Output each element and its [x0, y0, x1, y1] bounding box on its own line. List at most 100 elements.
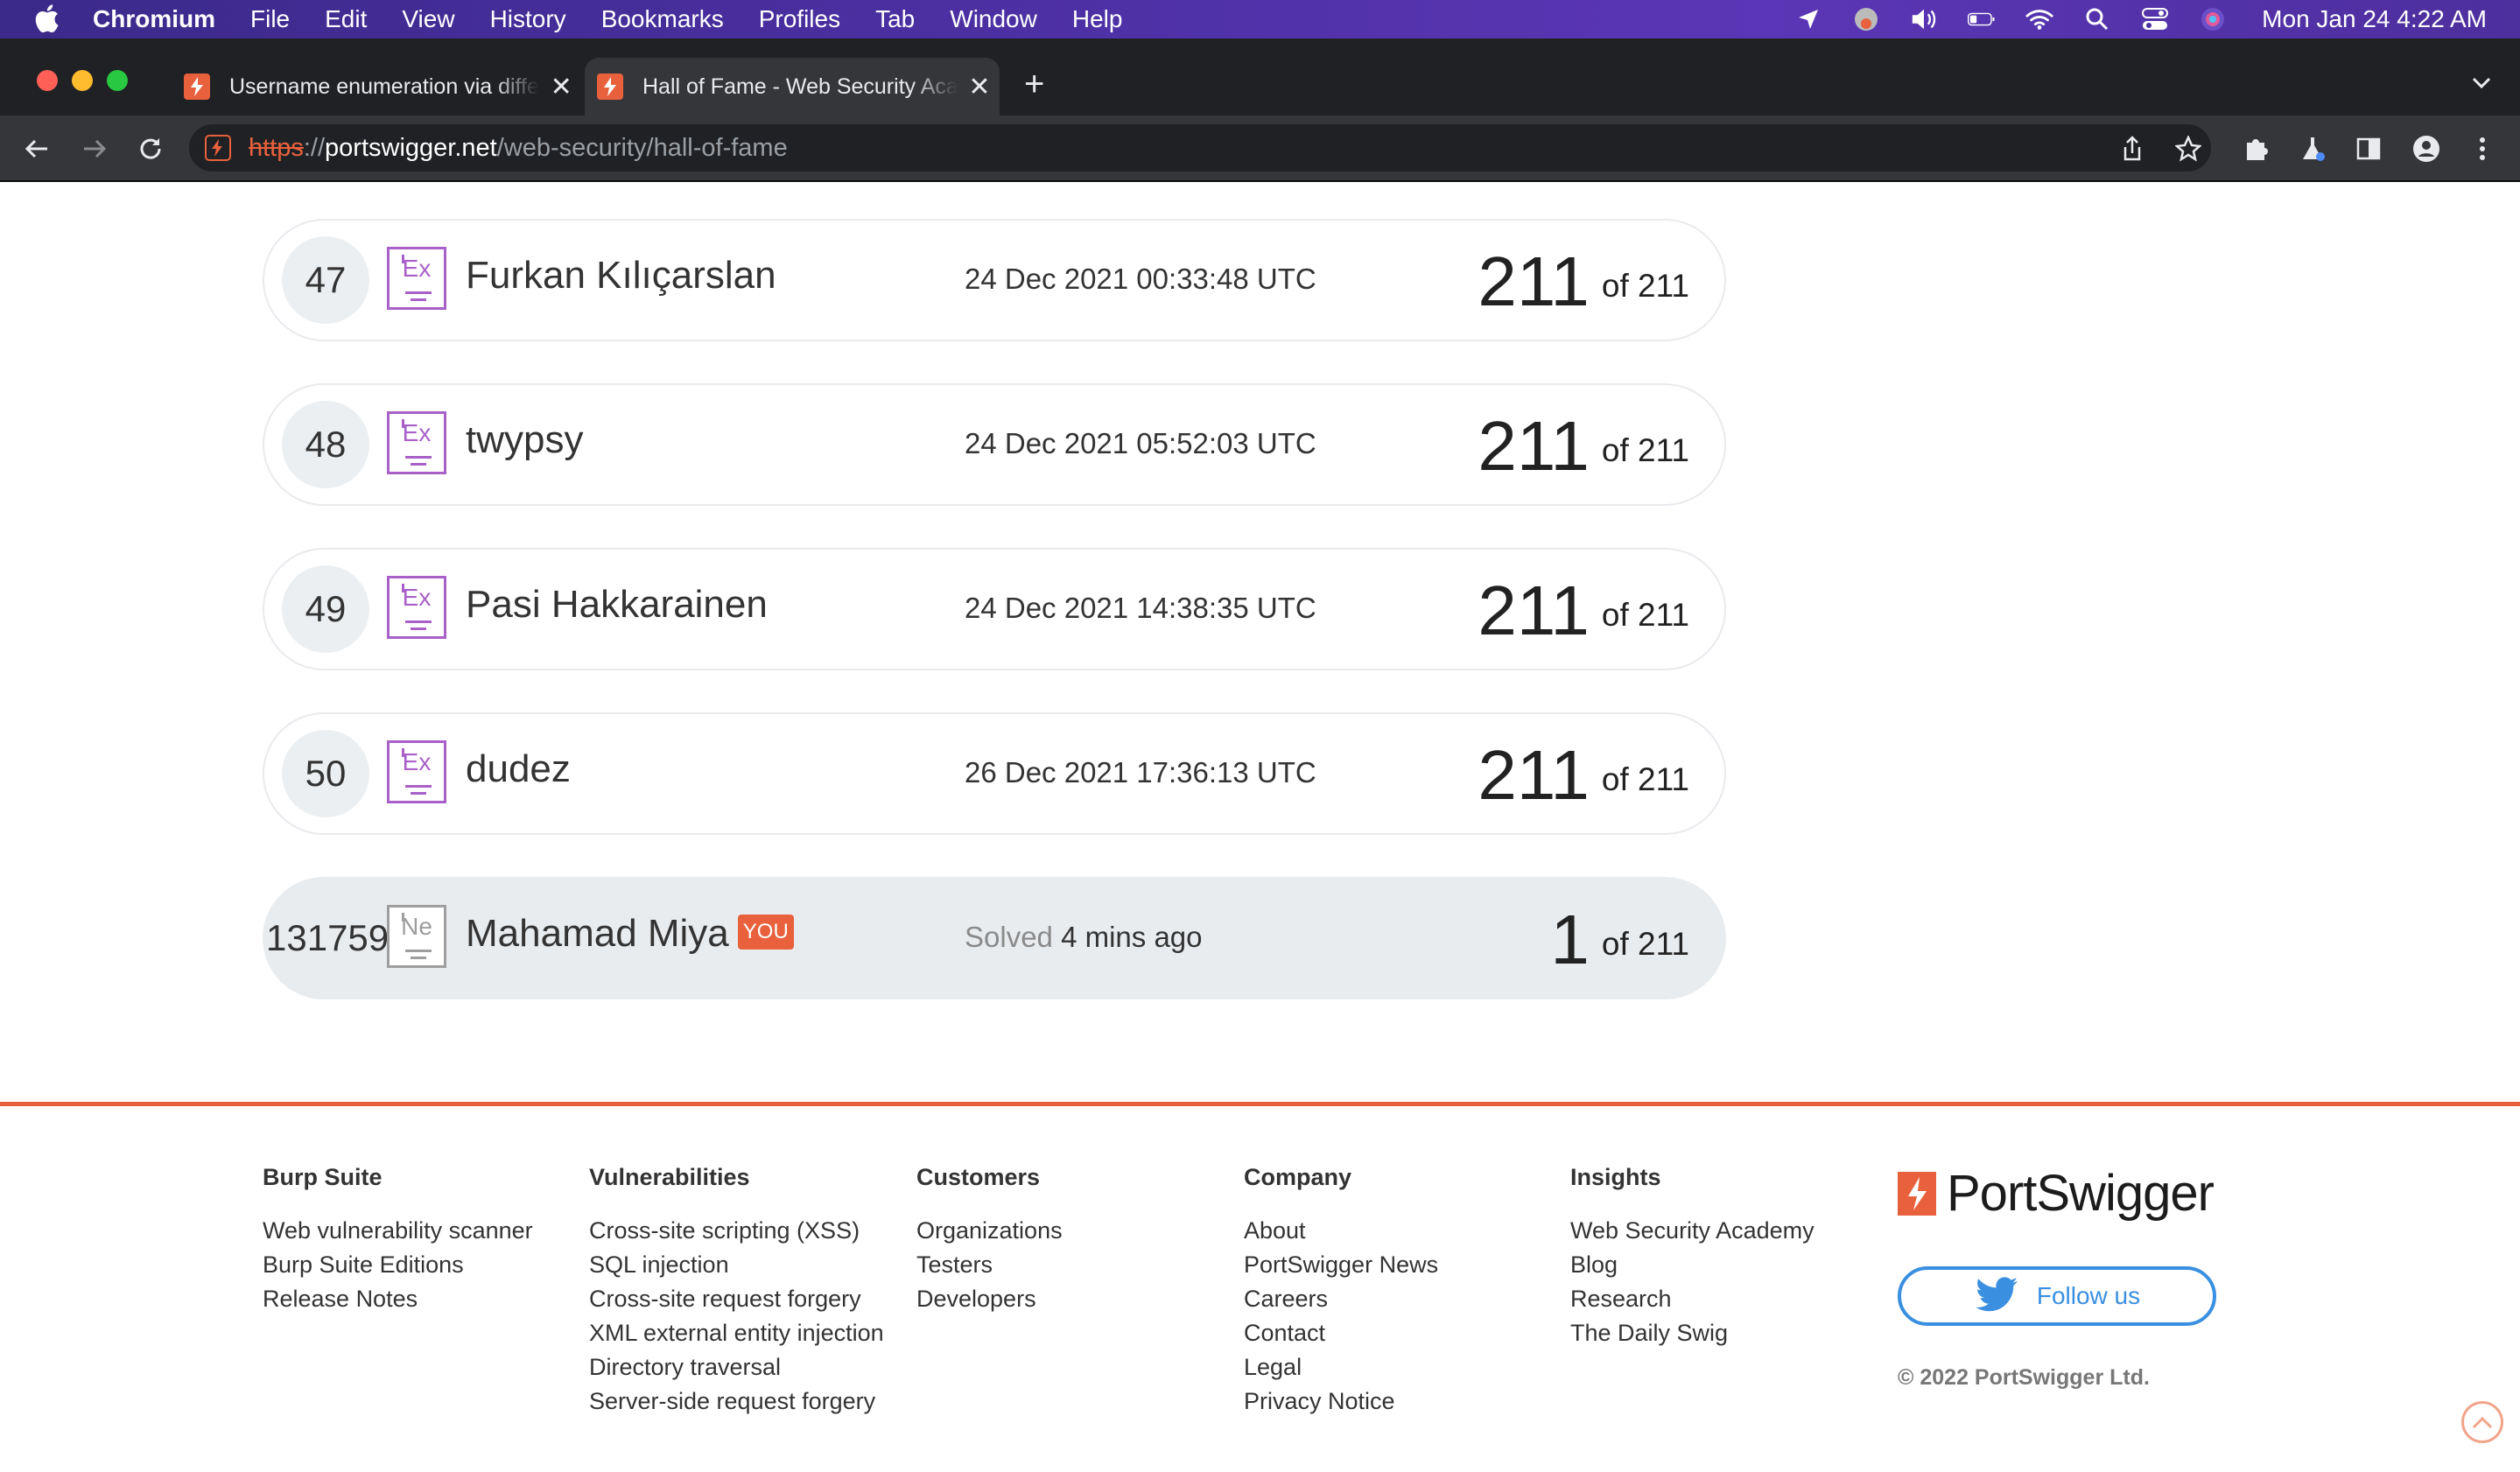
menu-help[interactable]: Help [1072, 5, 1123, 33]
control-center-icon[interactable] [2141, 5, 2169, 33]
footer-link[interactable]: Server-side request forgery [589, 1384, 887, 1419]
menu-bookmarks[interactable]: Bookmarks [601, 5, 724, 33]
site-info-icon[interactable] [205, 135, 231, 161]
solved-total: of 211 [1601, 268, 1689, 304]
reload-icon[interactable] [135, 133, 166, 165]
leaderboard-row: 47 Ex Furkan Kılıçarslan 24 Dec 2021 00:… [263, 219, 1726, 341]
extensions-puzzle-icon[interactable] [2243, 135, 2271, 163]
footer-link[interactable]: Directory traversal [589, 1350, 887, 1384]
location-arrow-icon[interactable] [1794, 5, 1822, 33]
footer-link[interactable]: Web Security Academy [1570, 1214, 1868, 1248]
leaderboard-row: 49 Ex Pasi Hakkarainen 24 Dec 2021 14:38… [263, 548, 1726, 670]
footer-column-customers: Customers Organizations Testers Develope… [916, 1164, 1214, 1316]
footer-link[interactable]: Developers [916, 1282, 1214, 1316]
share-icon[interactable] [2118, 135, 2146, 163]
solved-count: 211 [1478, 407, 1590, 485]
tab-title: Username enumeration via different respo… [229, 74, 539, 99]
footer-link[interactable]: Privacy Notice [1244, 1384, 1541, 1419]
apple-icon[interactable] [33, 4, 60, 33]
side-panel-icon[interactable] [2355, 135, 2383, 163]
tab-hall-of-fame[interactable]: Hall of Fame - Web Security Academy ✕ [585, 58, 1000, 116]
portswigger-favicon-icon [597, 74, 623, 100]
wifi-icon[interactable] [2025, 5, 2053, 33]
browser-menu-kebab-icon[interactable] [2468, 135, 2496, 163]
footer-link[interactable]: The Daily Swig [1570, 1316, 1868, 1350]
player-name-text: Mahamad Miya [466, 912, 729, 955]
tab-search-chevron-icon[interactable] [2469, 70, 2494, 99]
profile-avatar-icon[interactable] [2412, 135, 2440, 163]
footer-link[interactable]: Burp Suite Editions [263, 1248, 560, 1282]
footer-link[interactable]: Blog [1570, 1248, 1868, 1282]
menu-window[interactable]: Window [950, 5, 1037, 33]
solved-total: of 211 [1601, 432, 1689, 468]
menu-history[interactable]: History [490, 5, 566, 33]
footer-link[interactable]: Cross-site scripting (XSS) [589, 1214, 887, 1248]
chevron-up-icon [2472, 1416, 2493, 1429]
menu-app-name[interactable]: Chromium [93, 5, 215, 33]
footer-link[interactable]: Release Notes [263, 1282, 560, 1316]
footer-link[interactable]: PortSwigger News [1244, 1248, 1541, 1282]
rank-number: 131759 [266, 917, 390, 958]
forward-arrow-icon[interactable] [79, 133, 110, 165]
expert-badge-icon: Ex [387, 740, 446, 803]
menu-bar-clock[interactable]: Mon Jan 24 4:22 AM [2262, 5, 2487, 33]
address-bar[interactable]: https://portswigger.net/web-security/hal… [189, 124, 2211, 172]
menu-view[interactable]: View [402, 5, 454, 33]
bookmark-star-icon[interactable] [2174, 135, 2202, 163]
battery-icon[interactable] [1968, 5, 1996, 33]
footer-link[interactable]: About [1244, 1214, 1541, 1248]
menu-tab[interactable]: Tab [875, 5, 915, 33]
badge-code: Ne [401, 913, 432, 940]
window-minimize-button[interactable] [72, 70, 93, 91]
solved-count: 211 [1478, 736, 1590, 814]
tab-title: Hall of Fame - Web Security Academy [642, 74, 958, 99]
menu-edit[interactable]: Edit [325, 5, 367, 33]
back-arrow-icon[interactable] [21, 133, 53, 165]
rank-number: 50 [282, 730, 369, 817]
siri-icon[interactable] [2199, 5, 2227, 33]
footer-link[interactable]: Research [1570, 1282, 1868, 1316]
footer-link[interactable]: XML external entity injection [589, 1316, 887, 1350]
footer-link[interactable]: Contact [1244, 1316, 1541, 1350]
tab-close-icon[interactable]: ✕ [548, 72, 574, 102]
footer-heading: Burp Suite [263, 1164, 383, 1190]
user-status-icon[interactable] [1852, 5, 1880, 33]
footer-link[interactable]: Careers [1244, 1282, 1541, 1316]
tab-username-enumeration[interactable]: Username enumeration via different respo… [172, 58, 574, 116]
twitter-follow-button[interactable]: Follow us [1898, 1266, 2216, 1326]
expert-badge-icon: Ex [387, 576, 446, 639]
menu-file[interactable]: File [250, 5, 290, 33]
volume-icon[interactable] [1910, 5, 1938, 33]
solved-label: Solved [965, 921, 1053, 953]
lab-flask-extension-icon[interactable] [2299, 135, 2327, 163]
spotlight-search-icon[interactable] [2083, 5, 2111, 33]
menu-profiles[interactable]: Profiles [759, 5, 840, 33]
solved-count: 1 [1550, 901, 1590, 978]
footer-link[interactable]: SQL injection [589, 1248, 887, 1282]
footer-link[interactable]: Legal [1244, 1350, 1541, 1384]
portswigger-logo[interactable]: PortSwigger [1898, 1164, 2215, 1223]
rank-number: 47 [282, 236, 369, 324]
player-name: Furkan Kılıçarslan [466, 254, 776, 297]
footer-link[interactable]: Web vulnerability scanner [263, 1214, 560, 1248]
tab-close-icon[interactable]: ✕ [966, 72, 993, 102]
new-tab-plus-icon[interactable]: + [1024, 67, 1044, 102]
scroll-to-top-button[interactable] [2461, 1401, 2503, 1443]
footer-column-vulnerabilities: Vulnerabilities Cross-site scripting (XS… [589, 1164, 887, 1419]
footer-heading: Vulnerabilities [589, 1164, 750, 1190]
rank-number: 49 [282, 565, 369, 653]
window-zoom-button[interactable] [107, 70, 128, 91]
footer-link[interactable]: Testers [916, 1248, 1214, 1282]
badge-code: Ex [402, 419, 432, 446]
footer-link[interactable]: Cross-site request forgery [589, 1282, 887, 1316]
brand-name: PortSwigger [1947, 1165, 2215, 1222]
labs-solved: 1 of 211 [1550, 900, 1689, 980]
completion-date: 26 Dec 2021 17:36:13 UTC [965, 756, 1316, 789]
solved-count: 211 [1478, 242, 1590, 320]
badge-code: Ex [402, 255, 432, 282]
url-separator: :// [303, 133, 326, 162]
footer-link[interactable]: Organizations [916, 1214, 1214, 1248]
novice-badge-icon: Ne [387, 905, 446, 968]
window-close-button[interactable] [37, 70, 58, 91]
copyright-text: © 2022 PortSwigger Ltd. [1898, 1365, 2150, 1390]
